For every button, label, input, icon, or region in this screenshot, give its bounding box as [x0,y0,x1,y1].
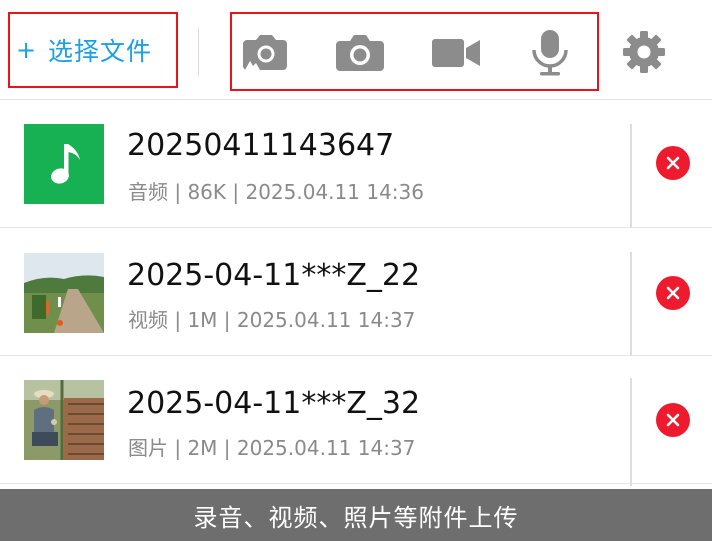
camera-icon[interactable] [334,30,386,74]
plus-icon: + [16,36,37,64]
file-row-video[interactable]: 2025-04-11***Z_22 视频 | 1M | 2025.04.11 1… [0,228,712,360]
file-meta: 音频 | 86K | 2025.04.11 14:36 [128,180,424,204]
footer-caption-bar: 录音、视频、照片等附件上传 [0,489,712,541]
gallery-camera-icon[interactable] [239,30,291,74]
delete-icon[interactable] [656,146,690,180]
toolbar: + 选择文件 [0,0,712,100]
file-meta: 视频 | 1M | 2025.04.11 14:37 [128,308,416,332]
microphone-icon[interactable] [524,30,576,76]
file-row-audio[interactable]: 20250411143647 音频 | 86K | 2025.04.11 14:… [0,100,712,232]
video-camera-icon[interactable] [430,30,482,74]
file-meta: 图片 | 2M | 2025.04.11 14:37 [128,436,416,460]
footer-caption: 录音、视频、照片等附件上传 [193,503,519,532]
delete-icon[interactable] [656,276,690,310]
row-divider [630,124,632,232]
file-row-image[interactable]: 2025-04-11***Z_32 图片 | 2M | 2025.04.11 1… [0,356,712,486]
select-file-button[interactable]: + 选择文件 [8,12,178,88]
file-name: 2025-04-11***Z_22 [127,258,421,293]
delete-icon[interactable] [656,403,690,437]
gear-icon[interactable] [618,30,670,74]
image-thumbnail [24,380,104,460]
toolbar-divider [198,28,199,76]
select-file-label: 选择文件 [48,37,153,66]
file-name: 20250411143647 [127,128,395,163]
audio-thumbnail [24,124,104,204]
file-name: 2025-04-11***Z_32 [127,386,421,421]
music-note-icon [51,144,80,184]
row-divider [630,252,632,360]
video-thumbnail [24,253,104,333]
row-divider [630,378,632,486]
